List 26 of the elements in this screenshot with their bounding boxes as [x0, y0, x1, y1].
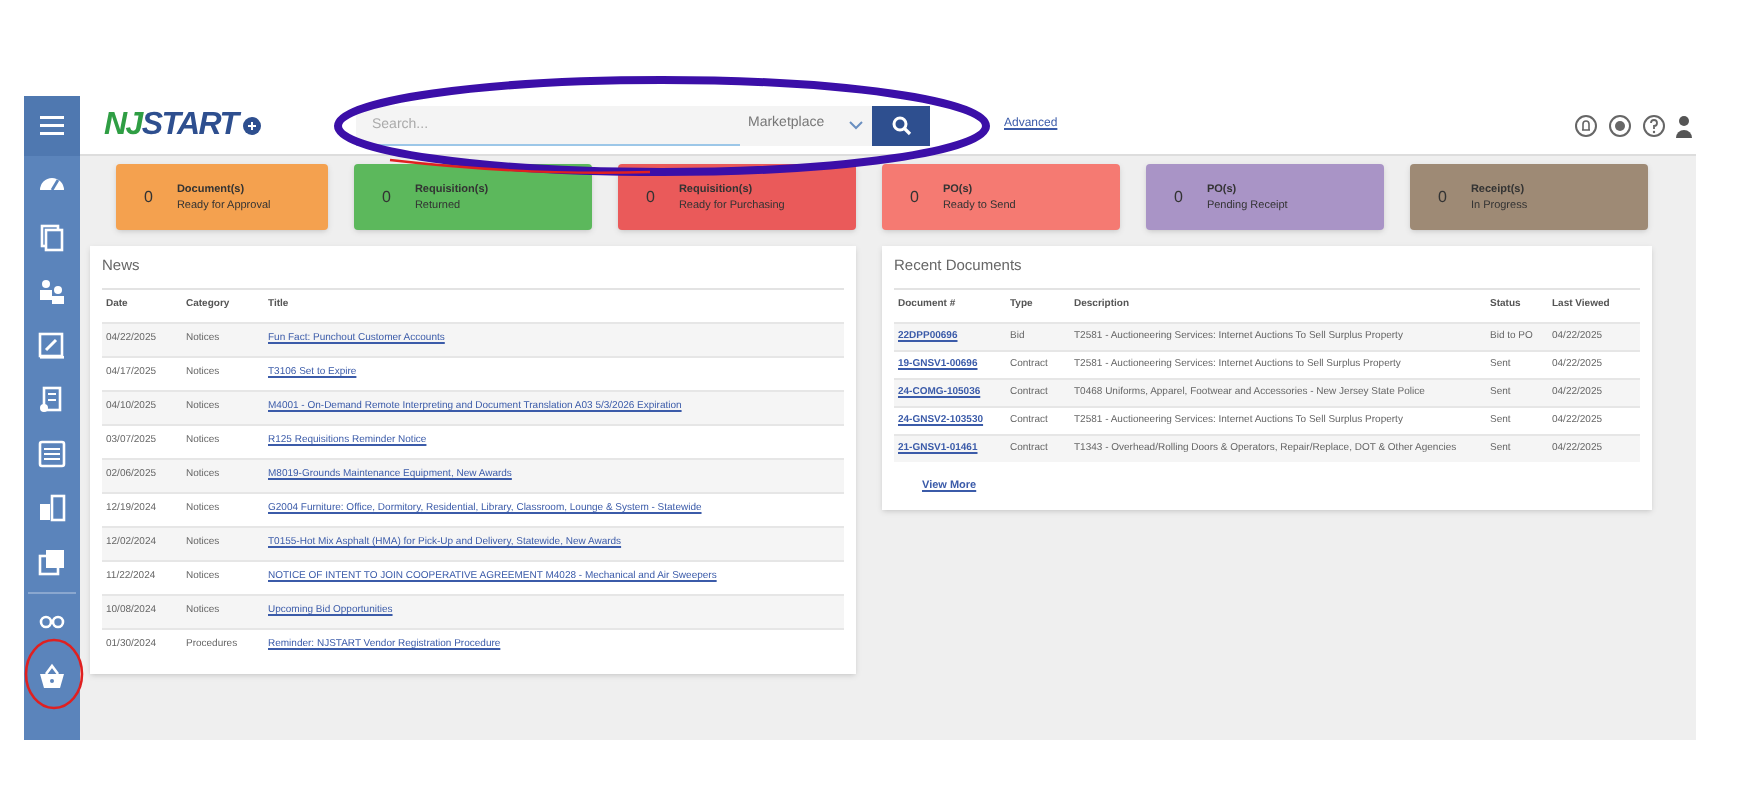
help-icon[interactable] [1642, 113, 1666, 137]
receipt-icon[interactable] [38, 385, 66, 413]
plus-circle-icon[interactable] [241, 115, 262, 135]
logo-text: NJ [104, 105, 142, 145]
settings-icon[interactable] [1608, 113, 1632, 137]
bell-icon[interactable] [1574, 113, 1598, 137]
basket-icon[interactable] [38, 661, 66, 689]
card-count: 0 [910, 185, 919, 209]
card-count: 0 [1438, 185, 1447, 209]
search-icon[interactable] [891, 115, 911, 135]
logo-text: START [141, 105, 238, 145]
user-icon[interactable] [1676, 113, 1692, 137]
documents-icon[interactable] [38, 223, 66, 251]
card-count: 0 [1174, 185, 1183, 209]
people-icon[interactable] [38, 277, 66, 305]
edit-icon[interactable] [38, 331, 66, 359]
card-count: 0 [144, 185, 153, 209]
card-count: 0 [382, 185, 391, 209]
search-button[interactable] [872, 105, 930, 145]
menu-icon[interactable] [40, 114, 64, 138]
highlight-circle [20, 636, 88, 712]
chevron-down-icon[interactable] [848, 120, 864, 130]
image-icon[interactable] [38, 547, 66, 575]
split-document-icon[interactable] [38, 493, 66, 521]
list-icon[interactable] [38, 439, 66, 467]
card-count: 0 [646, 185, 655, 209]
